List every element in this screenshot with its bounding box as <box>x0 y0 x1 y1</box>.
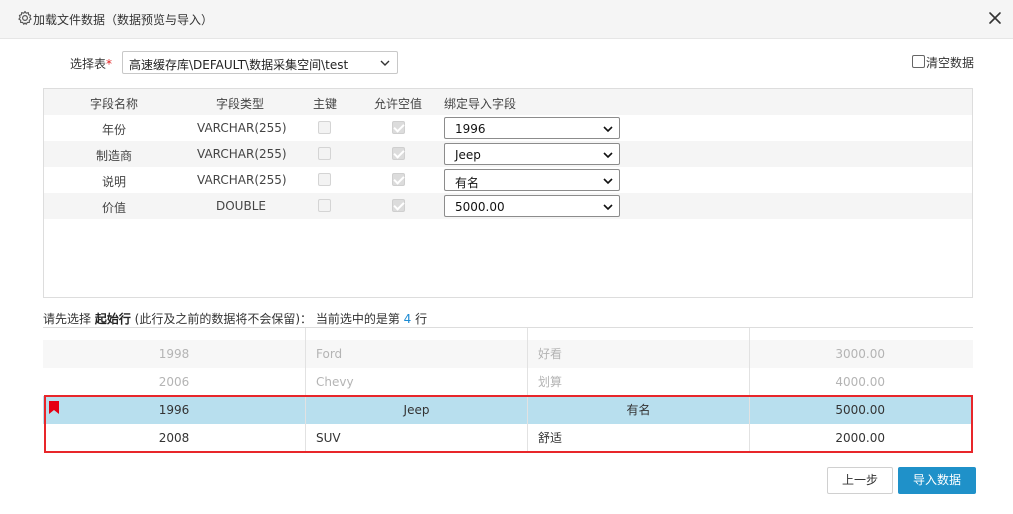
primary-key-checkbox[interactable] <box>318 173 331 186</box>
table-row[interactable]: 2008 SUV 舒适 2000.00 <box>43 424 973 452</box>
header-bind-field: 绑定导入字段 <box>444 97 517 111</box>
nullable-checkbox[interactable] <box>392 121 405 134</box>
cell-value: 4000.00 <box>835 375 885 389</box>
cell-maker: Ford <box>306 340 528 368</box>
primary-key-checkbox[interactable] <box>318 121 331 134</box>
cell-description: 舒适 <box>528 424 750 452</box>
header-primary-key: 主键 <box>313 97 338 111</box>
start-row-hint: 请先选择 起始行 (此行及之前的数据将不会保留)： 当前选中的是第 4 行 <box>43 312 428 326</box>
cell-year: 1998 <box>43 340 306 368</box>
chevron-down-icon <box>603 204 613 211</box>
field-name: 年份 <box>102 123 127 137</box>
chevron-down-icon <box>380 60 390 66</box>
header-field-name: 字段名称 <box>90 97 139 111</box>
gear-icon <box>18 10 32 25</box>
nullable-checkbox[interactable] <box>392 199 405 212</box>
field-name: 说明 <box>102 175 127 189</box>
chevron-down-icon <box>603 152 613 159</box>
table-select-value: 高速缓存库\DEFAULT\数据采集空间\test <box>129 58 349 72</box>
cell-maker: Jeep <box>306 396 528 424</box>
bind-field-select[interactable]: 5000.00 <box>444 195 620 217</box>
field-type: VARCHAR(255) <box>197 147 287 161</box>
field-row: 价值 DOUBLE 5000.00 <box>44 193 972 219</box>
previous-step-button[interactable]: 上一步 <box>827 467 893 494</box>
field-mapping-header: 字段名称 字段类型 主键 允许空值 绑定导入字段 <box>44 89 972 115</box>
nullable-checkbox[interactable] <box>392 173 405 186</box>
import-data-button[interactable]: 导入数据 <box>898 467 976 494</box>
cell-year: 1996 <box>43 396 306 424</box>
field-row: 年份 VARCHAR(255) 1996 <box>44 115 972 141</box>
cell-description: 划算 <box>528 368 750 396</box>
primary-key-checkbox[interactable] <box>318 147 331 160</box>
header-field-type: 字段类型 <box>216 97 265 111</box>
cell-maker: Chevy <box>306 368 528 396</box>
field-row: 说明 VARCHAR(255) 有名 <box>44 167 972 193</box>
clear-data-label: 清空数据 <box>926 56 975 70</box>
clear-data-checkbox[interactable] <box>912 55 925 68</box>
field-type: VARCHAR(255) <box>197 121 287 135</box>
select-table-label: 选择表* <box>70 57 113 71</box>
field-row: 制造商 VARCHAR(255) Jeep <box>44 141 972 167</box>
field-type: DOUBLE <box>216 199 266 213</box>
bind-field-value: 有名 <box>455 176 480 190</box>
dialog-title: 加载文件数据（数据预览与导入） <box>33 13 214 27</box>
bind-field-select[interactable]: 有名 <box>444 169 620 191</box>
cell-year: 2006 <box>43 368 306 396</box>
bind-field-select[interactable]: 1996 <box>444 117 620 139</box>
cell-description: 有名 <box>528 396 750 424</box>
bind-field-select[interactable]: Jeep <box>444 143 620 165</box>
cell-year: 2008 <box>43 424 306 452</box>
table-row[interactable]: 2006 Chevy 划算 4000.00 <box>43 368 973 396</box>
nullable-checkbox[interactable] <box>392 147 405 160</box>
table-row-selected[interactable]: 1996 Jeep 有名 5000.00 <box>43 396 973 424</box>
close-icon[interactable] <box>987 10 1003 26</box>
start-row-keyword: 起始行 <box>94 312 131 326</box>
bind-field-value: 1996 <box>455 122 486 136</box>
chevron-down-icon <box>603 126 613 133</box>
data-preview-table: 1998 Ford 好看 3000.00 2006 Chevy 划算 4000.… <box>43 327 973 454</box>
table-row[interactable]: 1998 Ford 好看 3000.00 <box>43 340 973 368</box>
primary-key-checkbox[interactable] <box>318 199 331 212</box>
field-name: 制造商 <box>96 149 133 163</box>
cell-maker: SUV <box>306 424 528 452</box>
cell-value: 5000.00 <box>835 403 885 417</box>
field-mapping-panel: 字段名称 字段类型 主键 允许空值 绑定导入字段 年份 VARCHAR(255)… <box>43 88 973 298</box>
cell-description: 好看 <box>528 340 750 368</box>
field-type: VARCHAR(255) <box>197 173 287 187</box>
field-name: 价值 <box>102 201 127 215</box>
cell-value: 3000.00 <box>835 347 885 361</box>
bind-field-value: Jeep <box>455 148 481 162</box>
cell-value: 2000.00 <box>835 431 885 445</box>
dialog-titlebar: 加载文件数据（数据预览与导入） <box>0 0 1013 39</box>
table-select-dropdown[interactable]: 高速缓存库\DEFAULT\数据采集空间\test <box>122 51 398 74</box>
required-mark: * <box>106 57 113 71</box>
chevron-down-icon <box>603 178 613 185</box>
header-nullable: 允许空值 <box>374 97 423 111</box>
bind-field-value: 5000.00 <box>455 200 505 214</box>
